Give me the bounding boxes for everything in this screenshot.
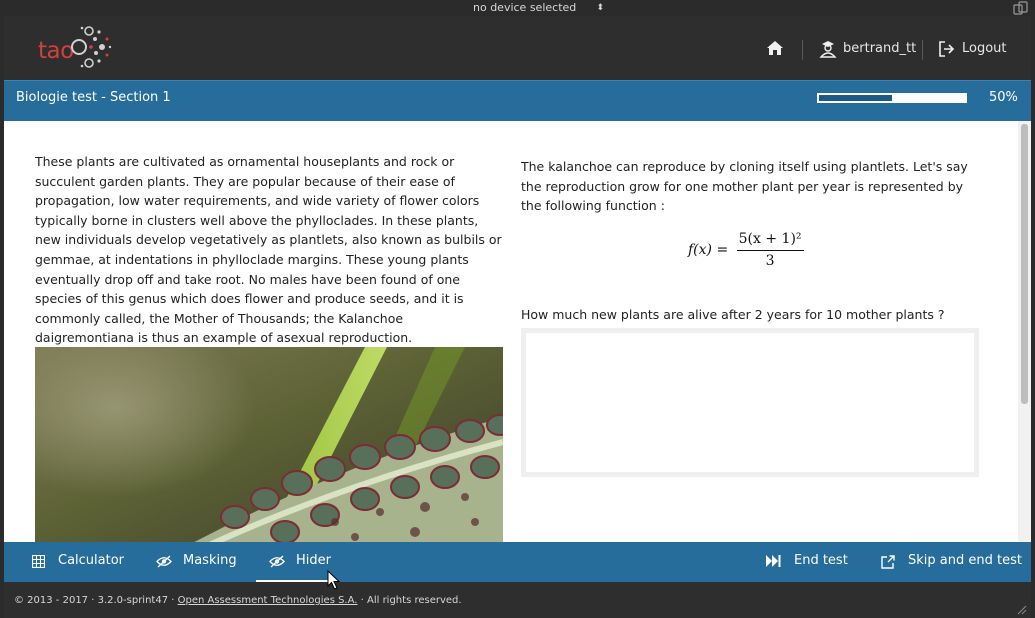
progress-bar xyxy=(817,93,967,103)
kalanchoe-image xyxy=(35,347,503,542)
footer: © 2013 - 2017 · 3.2.0-sprint47 · Open As… xyxy=(4,582,1031,618)
skip-end-label: Skip and end test xyxy=(908,553,1022,568)
test-titlebar: Biologie test - Section 1 50% xyxy=(4,80,1031,121)
logout-label: Logout xyxy=(962,41,1007,56)
copyright: © 2013 - 2017 · 3.2.0-sprint47 · Open As… xyxy=(14,595,462,606)
select-arrows-icon: ⬍ xyxy=(596,3,604,13)
formula-denominator: 3 xyxy=(765,253,775,269)
test-toolbar: Calculator Masking Hider End test Skip a… xyxy=(4,542,1031,582)
calculator-label: Calculator xyxy=(58,553,125,568)
skip-end-button[interactable]: Skip and end test xyxy=(880,542,1030,582)
hider-button[interactable]: Hider xyxy=(256,542,336,582)
home-button[interactable] xyxy=(766,40,784,60)
tao-logo: tao xyxy=(32,22,112,72)
external-link-icon xyxy=(881,555,895,569)
hider-icon xyxy=(269,555,285,568)
logo-dots-icon xyxy=(71,26,112,68)
question-intro: The kalanchoe can reproduce by cloning i… xyxy=(521,159,968,214)
device-bar: no device selected ⬍ xyxy=(0,0,1035,16)
kalanchoe-photo xyxy=(35,347,503,542)
end-test-label: End test xyxy=(794,553,848,568)
passage-text: These plants are cultivated as ornamenta… xyxy=(35,154,502,346)
home-icon xyxy=(767,41,783,55)
mouse-cursor-icon xyxy=(327,570,341,590)
user-icon xyxy=(819,41,837,58)
copyright-prefix: © 2013 - 2017 · 3.2.0-sprint47 · xyxy=(14,595,175,606)
resize-grip-icon[interactable] xyxy=(1015,603,1027,615)
calculator-button[interactable]: Calculator xyxy=(30,542,150,582)
company-link[interactable]: Open Assessment Technologies S.A. xyxy=(178,595,358,606)
device-select-value: no device selected xyxy=(473,1,577,14)
question-prompt: How much new plants are alive after 2 ye… xyxy=(521,307,945,322)
masking-icon xyxy=(156,555,172,568)
formula: f(x) = 5(x + 1)² 3 xyxy=(688,231,804,269)
item-content: These plants are cultivated as ornamenta… xyxy=(4,121,1031,542)
content-scrollbar[interactable] xyxy=(1018,121,1031,542)
header-divider xyxy=(922,40,923,60)
header-divider xyxy=(802,40,803,60)
test-title: Biologie test - Section 1 xyxy=(16,90,171,105)
formula-fraction: 5(x + 1)² 3 xyxy=(736,231,804,269)
calculator-icon xyxy=(32,555,45,568)
progress-fill xyxy=(819,95,892,101)
logout-icon xyxy=(939,41,955,57)
formula-lhs: f(x) = xyxy=(688,242,729,258)
hider-label: Hider xyxy=(296,553,331,568)
answer-input[interactable] xyxy=(521,328,979,477)
copyright-suffix: · All rights reserved. xyxy=(360,595,462,606)
fast-forward-icon xyxy=(766,555,781,567)
user-name: bertrand_tt xyxy=(843,41,917,56)
progress-label: 50% xyxy=(989,90,1018,105)
end-test-button[interactable]: End test xyxy=(766,542,866,582)
formula-numerator: 5(x + 1)² xyxy=(736,231,804,251)
device-icon[interactable] xyxy=(1013,1,1029,15)
header: tao bertrand_tt Logout xyxy=(4,16,1031,80)
masking-label: Masking xyxy=(183,553,237,568)
device-select[interactable]: no device selected ⬍ xyxy=(468,1,608,15)
masking-button[interactable]: Masking xyxy=(156,542,256,582)
scrollbar-thumb[interactable] xyxy=(1021,124,1028,404)
